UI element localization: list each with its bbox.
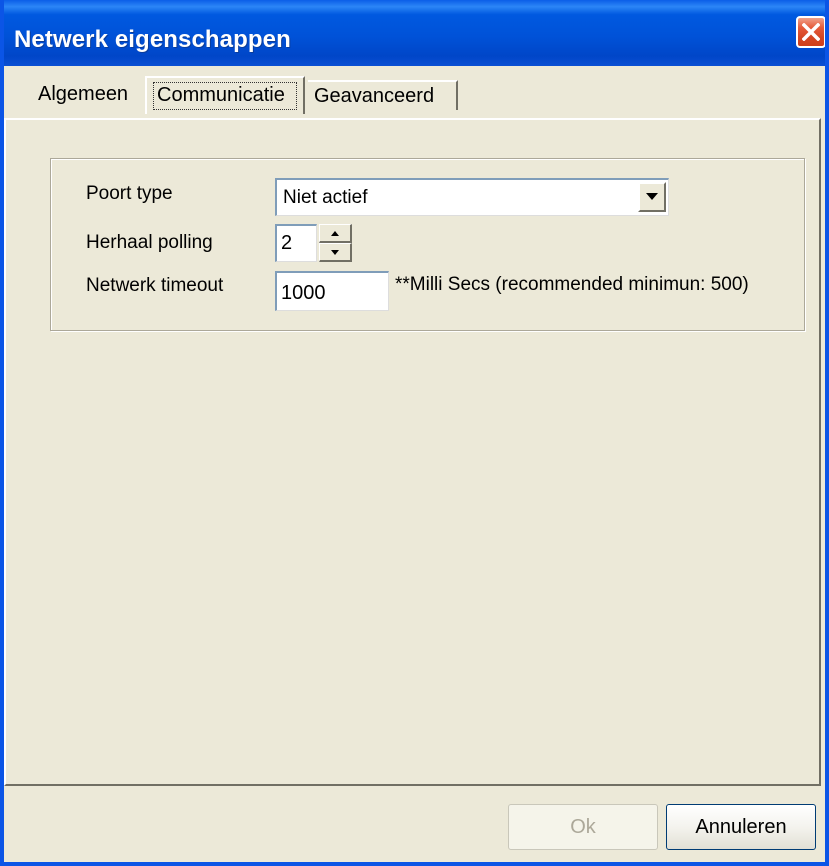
tab-communicatie-label: Communicatie	[157, 84, 285, 106]
dialog-button-bar: Ok Annuleren	[4, 786, 825, 862]
communication-settings-group: Poort type Niet actief Herhaal polling 2	[50, 158, 805, 331]
port-type-dropdown-button[interactable]	[638, 182, 666, 212]
chevron-down-icon	[646, 193, 658, 200]
port-type-value: Niet actief	[283, 187, 368, 208]
network-timeout-input[interactable]: 1000	[275, 271, 389, 311]
repeat-polling-input[interactable]: 2	[275, 224, 317, 262]
cancel-button[interactable]: Annuleren	[666, 804, 816, 850]
network-timeout-label: Netwerk timeout	[86, 275, 224, 296]
spin-down-icon	[331, 250, 339, 255]
tab-geavanceerd-label: Geavanceerd	[314, 85, 435, 107]
network-timeout-note: **Milli Secs (recommended minimun: 500)	[395, 274, 749, 295]
spin-up-icon	[331, 231, 339, 236]
port-type-select[interactable]: Niet actief	[275, 178, 669, 216]
port-type-label: Poort type	[86, 183, 173, 204]
tab-algemeen-label: Algemeen	[38, 83, 129, 105]
network-properties-dialog: Netwerk eigenschappen Algemeen Communica…	[0, 0, 829, 866]
communication-tab-panel: Poort type Niet actief Herhaal polling 2	[4, 118, 821, 786]
tab-geavanceerd[interactable]: Geavanceerd	[308, 80, 458, 110]
tab-algemeen[interactable]: Algemeen	[32, 80, 147, 110]
network-timeout-value: 1000	[281, 282, 326, 304]
tab-communicatie[interactable]: Communicatie	[145, 76, 305, 114]
repeat-polling-down-button[interactable]	[319, 243, 352, 262]
close-button[interactable]	[796, 16, 825, 48]
title-bar[interactable]: Netwerk eigenschappen	[4, 0, 825, 66]
window-title: Netwerk eigenschappen	[14, 26, 291, 53]
tab-strip: Algemeen Communicatie Geavanceerd	[4, 70, 825, 120]
repeat-polling-label: Herhaal polling	[86, 232, 213, 253]
repeat-polling-value: 2	[281, 232, 293, 254]
close-icon	[802, 23, 820, 41]
repeat-polling-up-button[interactable]	[319, 224, 352, 243]
ok-button[interactable]: Ok	[508, 804, 658, 850]
